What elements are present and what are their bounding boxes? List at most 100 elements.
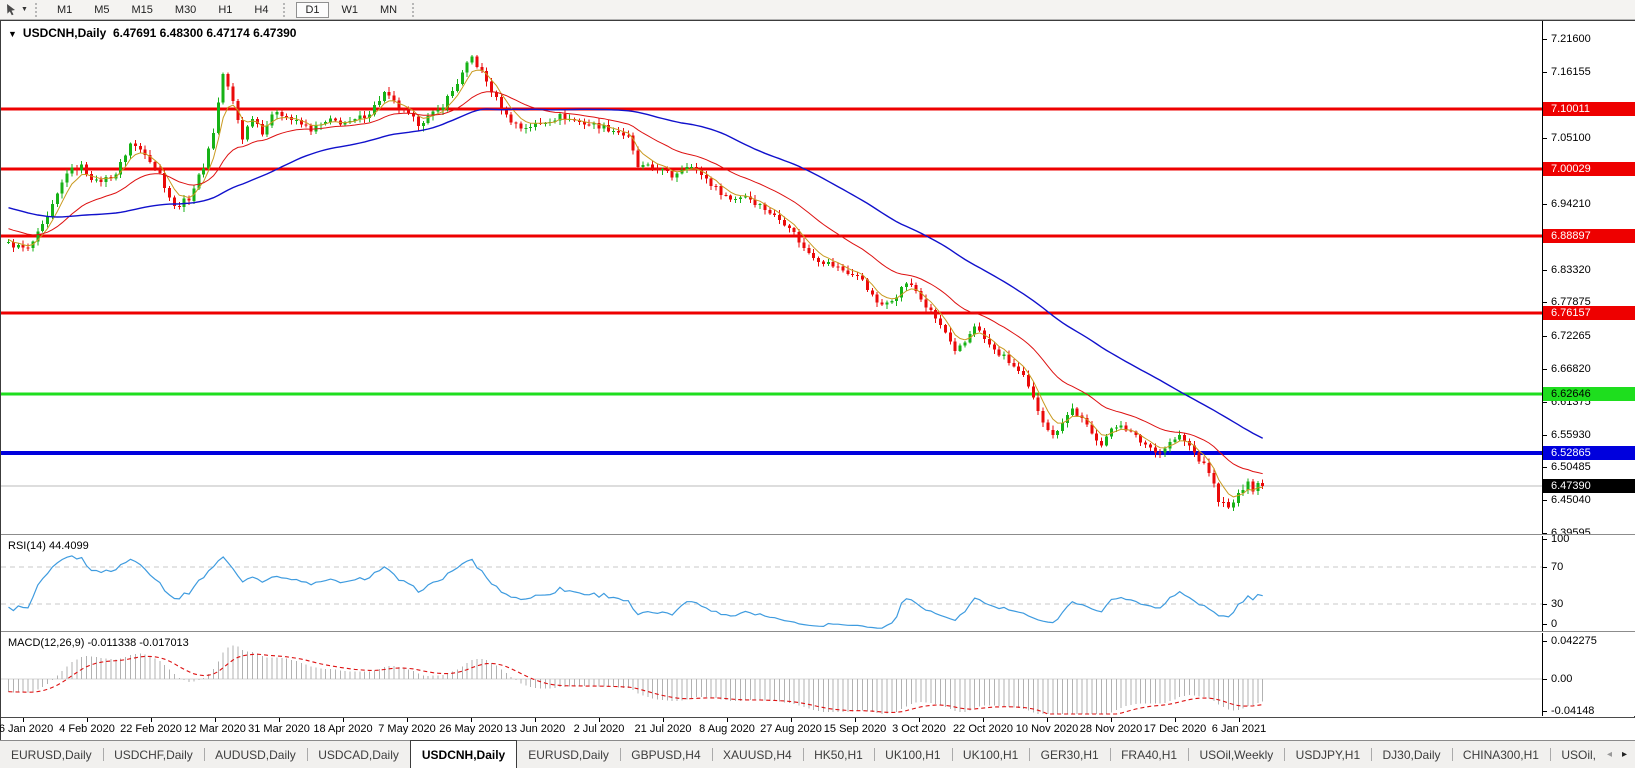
price-tick-label: 6.45040 (1551, 494, 1591, 506)
date-tick-mark (599, 718, 600, 722)
date-tick-mark (855, 718, 856, 722)
tab-uk100-h1[interactable]: UK100,H1 (874, 741, 951, 768)
price-axis[interactable]: 7.21600 7.16155 7.05100 6.94210 6.83320 … (1542, 21, 1635, 539)
macd-label: MACD(12,26,9) -0.011338 -0.017013 (8, 637, 189, 649)
tab-usdjpy-h1[interactable]: USDJPY,H1 (1285, 741, 1371, 768)
tab-uk100-h1[interactable]: UK100,H1 (952, 741, 1029, 768)
candlestick-series (7, 54, 1265, 511)
timeframe-toolbar: ▼ M1 M5 M15 M30 H1 H4 D1 W1 MN (0, 0, 1635, 20)
chart-symbol-period: USDCNH,Daily (22, 26, 107, 40)
price-chart-pane[interactable]: ▼ USDCNH,Daily 6.47691 6.48300 6.47174 6.… (1, 21, 1542, 534)
axis-tick-mark (1543, 467, 1547, 468)
timeframe-button-h1[interactable]: H1 (209, 2, 241, 18)
level-price-badge: 6.88897 (1543, 229, 1635, 243)
rsi-label: RSI(14) 44.4099 (8, 540, 89, 552)
tab-audusd-daily[interactable]: AUDUSD,Daily (204, 741, 307, 768)
tab-dj30-daily[interactable]: DJ30,Daily (1372, 741, 1452, 768)
axis-tick-mark (1543, 138, 1547, 139)
trading-terminal: ▼ M1 M5 M15 M30 H1 H4 D1 W1 MN ▼ USDCNH,Daily 6.4… (0, 0, 1635, 768)
timeframe-buttons: M1 M5 M15 M30 H1 H4 D1 W1 MN (46, 1, 423, 18)
date-label: 26 May 2020 (439, 723, 503, 735)
tab-usoil[interactable]: USOil, (1550, 741, 1607, 768)
date-tick-mark (983, 718, 984, 722)
tab-eurusd-daily[interactable]: EURUSD,Daily (517, 741, 620, 768)
date-label: 2 Jul 2020 (573, 723, 625, 735)
macd-pane[interactable]: MACD(12,26,9) -0.011338 -0.017013 (1, 633, 1542, 716)
axis-tick-mark (1543, 711, 1547, 712)
axis-tick-mark (1543, 435, 1547, 436)
cursor-icon (7, 4, 15, 16)
date-tick-mark (1239, 718, 1240, 722)
axis-tick-mark (1543, 369, 1547, 370)
candlestick-chart[interactable] (1, 21, 1542, 534)
tab-usoil-weekly[interactable]: USOil,Weekly (1188, 741, 1284, 768)
chart-window: ▼ USDCNH,Daily 6.47691 6.48300 6.47174 6.… (0, 20, 1635, 740)
axis-tick-mark (1543, 204, 1547, 205)
tab-usdchf-daily[interactable]: USDCHF,Daily (103, 741, 204, 768)
axis-tick-mark (1543, 500, 1547, 501)
date-tick-mark (663, 718, 664, 722)
date-axis[interactable]: 16 Jan 2020 4 Feb 2020 22 Feb 2020 12 Ma… (0, 717, 1635, 740)
timeframe-button-mn[interactable]: MN (371, 2, 406, 18)
rsi-tick-label: 0 (1551, 618, 1558, 630)
tab-usdcnh-daily[interactable]: USDCNH,Daily (409, 740, 518, 768)
chart-ohlc-values: 6.47691 6.48300 6.47174 6.47390 (112, 26, 297, 40)
toolbar-grip (283, 2, 290, 17)
date-tick-mark (343, 718, 344, 722)
axis-tick-mark (1543, 679, 1547, 680)
date-label: 13 Jun 2020 (504, 723, 566, 735)
tab-fra40-h1[interactable]: FRA40,H1 (1110, 741, 1188, 768)
date-label: 4 Feb 2020 (59, 723, 115, 735)
timeframe-button-m15[interactable]: M15 (123, 2, 162, 18)
date-label: 18 Apr 2020 (313, 723, 373, 735)
tab-china300-h1[interactable]: CHINA300,H1 (1452, 741, 1550, 768)
axis-tick-mark (1543, 39, 1547, 40)
timeframe-button-m30[interactable]: M30 (166, 2, 205, 18)
collapse-triangle-icon[interactable]: ▼ (8, 29, 17, 39)
rsi-axis[interactable]: 100 70 30 0 (1542, 533, 1635, 631)
tab-ger30-h1[interactable]: GER30,H1 (1030, 741, 1110, 768)
price-tick-label: 6.72265 (1551, 330, 1591, 342)
timeframe-button-h4[interactable]: H4 (245, 2, 277, 18)
tab-scroll-left-icon[interactable]: ◂ (1607, 749, 1612, 760)
rsi-pane[interactable]: RSI(14) 44.4099 (1, 536, 1542, 631)
tab-xauusd-h4[interactable]: XAUUSD,H4 (712, 741, 803, 768)
timeframe-button-w1[interactable]: W1 (333, 2, 368, 18)
ma-fast-gold[interactable] (8, 69, 1263, 498)
axis-tick-mark (1543, 539, 1547, 540)
date-label: 12 Mar 2020 (184, 723, 246, 735)
current-price-badge: 6.47390 (1543, 479, 1635, 493)
date-tick-mark (1175, 718, 1176, 722)
macd-axis[interactable]: 0.042275 0.00 -0.04148 (1542, 633, 1635, 717)
price-tick-label: 6.83320 (1551, 264, 1591, 276)
date-tick-mark (727, 718, 728, 722)
date-tick-mark (279, 718, 280, 722)
timeframe-button-d1[interactable]: D1 (296, 1, 329, 18)
level-price-badge: 7.00029 (1543, 162, 1635, 176)
axis-tick-mark (1543, 641, 1547, 642)
macd-tick-label: 0.042275 (1551, 635, 1597, 647)
level-price-badge: 7.10011 (1543, 102, 1635, 116)
macd-chart[interactable] (1, 633, 1542, 716)
ma-slow-blue[interactable] (8, 108, 1264, 439)
rsi-tick-label: 70 (1551, 561, 1564, 573)
rsi-chart[interactable] (1, 536, 1542, 631)
date-tick-mark (215, 718, 216, 722)
axis-tick-mark (1543, 604, 1547, 605)
date-tick-mark (87, 718, 88, 722)
level-price-badge: 6.76157 (1543, 306, 1635, 320)
tab-gbpusd-h4[interactable]: GBPUSD,H4 (620, 741, 711, 768)
date-tick-mark (535, 718, 536, 722)
date-tick-mark (23, 718, 24, 722)
price-tick-label: 7.21600 (1551, 33, 1591, 45)
tab-eurusd-daily[interactable]: EURUSD,Daily (0, 741, 103, 768)
timeframe-button-m5[interactable]: M5 (85, 2, 118, 18)
axis-tick-mark (1543, 624, 1547, 625)
cursor-tool-button[interactable]: ▼ (2, 2, 31, 17)
tab-hk50-h1[interactable]: HK50,H1 (803, 741, 874, 768)
date-label: 8 Aug 2020 (699, 723, 755, 735)
tab-scroll-right-icon[interactable]: ▸ (1622, 749, 1627, 760)
timeframe-button-m1[interactable]: M1 (48, 2, 81, 18)
tab-usdcad-daily[interactable]: USDCAD,Daily (307, 741, 410, 768)
axis-tick-mark (1543, 302, 1547, 303)
